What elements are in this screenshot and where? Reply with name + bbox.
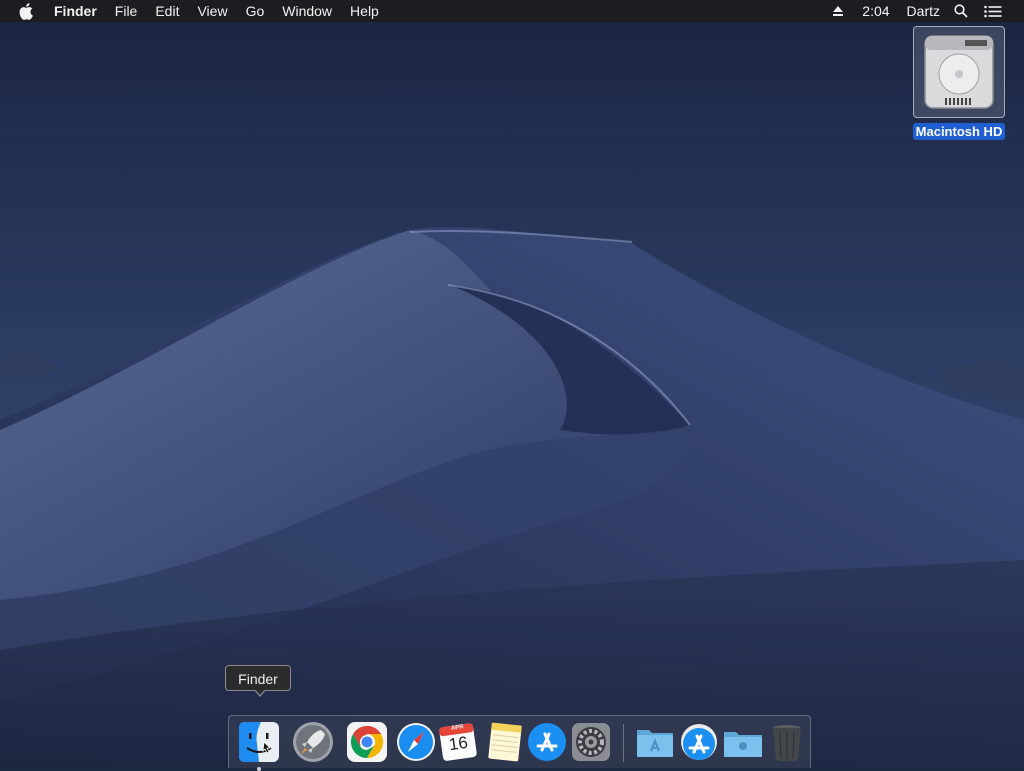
menu-view[interactable]: View bbox=[197, 0, 227, 22]
clock[interactable]: 2:04 bbox=[862, 0, 889, 22]
dock-applications-folder[interactable] bbox=[633, 720, 677, 764]
hard-drive-icon[interactable] bbox=[913, 26, 1005, 118]
dock-trash[interactable] bbox=[765, 720, 809, 764]
menu-edit[interactable]: Edit bbox=[155, 0, 179, 22]
user-name[interactable]: Dartz bbox=[907, 0, 940, 22]
menu-file[interactable]: File bbox=[115, 0, 138, 22]
dock-documents-folder[interactable] bbox=[721, 720, 765, 764]
safari-icon bbox=[397, 723, 435, 761]
dock: APR 16 bbox=[228, 715, 811, 771]
macintosh-hd-desktop-icon[interactable]: Macintosh HD bbox=[910, 26, 1008, 141]
apple-menu-icon[interactable] bbox=[19, 2, 37, 20]
notes-icon bbox=[488, 722, 522, 762]
app-store-icon bbox=[528, 723, 566, 761]
dock-safari[interactable] bbox=[394, 720, 438, 764]
menu-help[interactable]: Help bbox=[350, 0, 379, 22]
dock-finder[interactable] bbox=[237, 720, 281, 771]
menu-window[interactable]: Window bbox=[282, 0, 332, 22]
trash-icon bbox=[773, 725, 801, 762]
downloads-stack-icon bbox=[681, 724, 717, 760]
macintosh-hd-label[interactable]: Macintosh HD bbox=[912, 123, 1006, 140]
dock-app-store[interactable] bbox=[525, 720, 569, 764]
finder-icon bbox=[239, 722, 279, 762]
desktop-wallpaper bbox=[0, 0, 1024, 768]
dock-notes[interactable] bbox=[482, 720, 526, 764]
chrome-icon bbox=[347, 722, 387, 762]
dock-chrome[interactable] bbox=[345, 720, 389, 764]
dock-launchpad[interactable] bbox=[291, 720, 335, 764]
dock-tooltip: Finder bbox=[225, 665, 291, 697]
calendar-day: 16 bbox=[447, 732, 470, 755]
launchpad-icon bbox=[293, 722, 333, 762]
menu-app-name[interactable]: Finder bbox=[54, 0, 97, 22]
applications-folder-icon bbox=[637, 730, 673, 757]
dock-separator bbox=[623, 724, 624, 762]
menu-bar: Finder File Edit View Go Window Help 2:0… bbox=[0, 0, 1024, 22]
dock-system-preferences[interactable] bbox=[569, 720, 613, 764]
dock-calendar[interactable]: APR 16 bbox=[437, 720, 481, 764]
eject-icon[interactable] bbox=[832, 5, 844, 17]
system-preferences-icon bbox=[572, 723, 610, 761]
documents-folder-icon bbox=[724, 732, 762, 757]
dock-downloads-stack[interactable] bbox=[677, 720, 721, 764]
spotlight-search-icon[interactable] bbox=[954, 4, 968, 18]
menubar-status-area: 2:04 Dartz bbox=[832, 0, 1024, 22]
notification-center-icon[interactable] bbox=[984, 5, 1002, 18]
menu-go[interactable]: Go bbox=[246, 0, 265, 22]
